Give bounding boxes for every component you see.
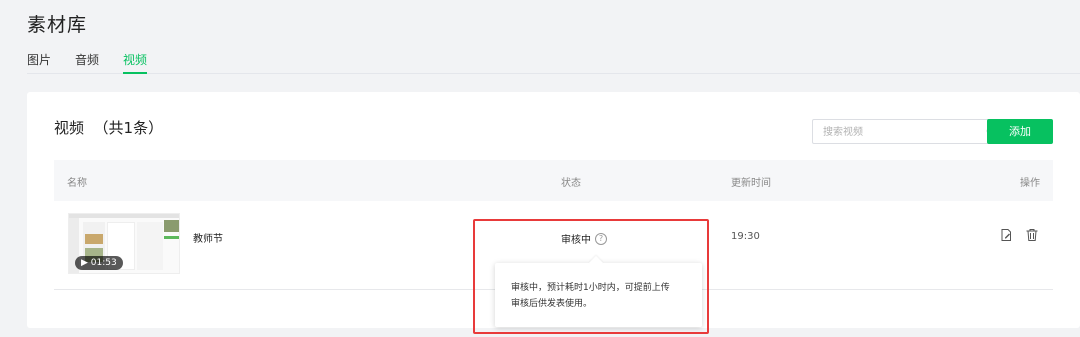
header-status: 状态: [561, 178, 581, 189]
search-box: [812, 119, 1008, 144]
update-time: 19:30: [731, 231, 760, 242]
row-actions: [987, 227, 1039, 241]
tab-images[interactable]: 图片: [27, 53, 51, 74]
header-actions: 操作: [1020, 178, 1040, 189]
header-updated: 更新时间: [731, 178, 771, 189]
trash-icon[interactable]: [1025, 227, 1039, 241]
search-input[interactable]: [823, 121, 983, 144]
page-title: 素材库: [27, 14, 88, 36]
table-header: 名称 状态 更新时间 操作: [54, 160, 1053, 201]
tab-bar: 图片 音频 视频: [27, 53, 1080, 74]
tab-video[interactable]: 视频: [123, 53, 148, 74]
highlight-box: [473, 219, 709, 334]
video-name: 教师节: [193, 234, 223, 245]
add-button[interactable]: 添加: [987, 119, 1053, 144]
tab-audio[interactable]: 音频: [75, 53, 99, 74]
video-thumbnail[interactable]: ▶ 01:53: [68, 213, 180, 274]
video-duration-badge: ▶ 01:53: [75, 256, 123, 270]
section-title: 视频 （共1条）: [54, 119, 164, 137]
edit-icon[interactable]: [999, 227, 1013, 241]
header-name: 名称: [67, 178, 87, 189]
